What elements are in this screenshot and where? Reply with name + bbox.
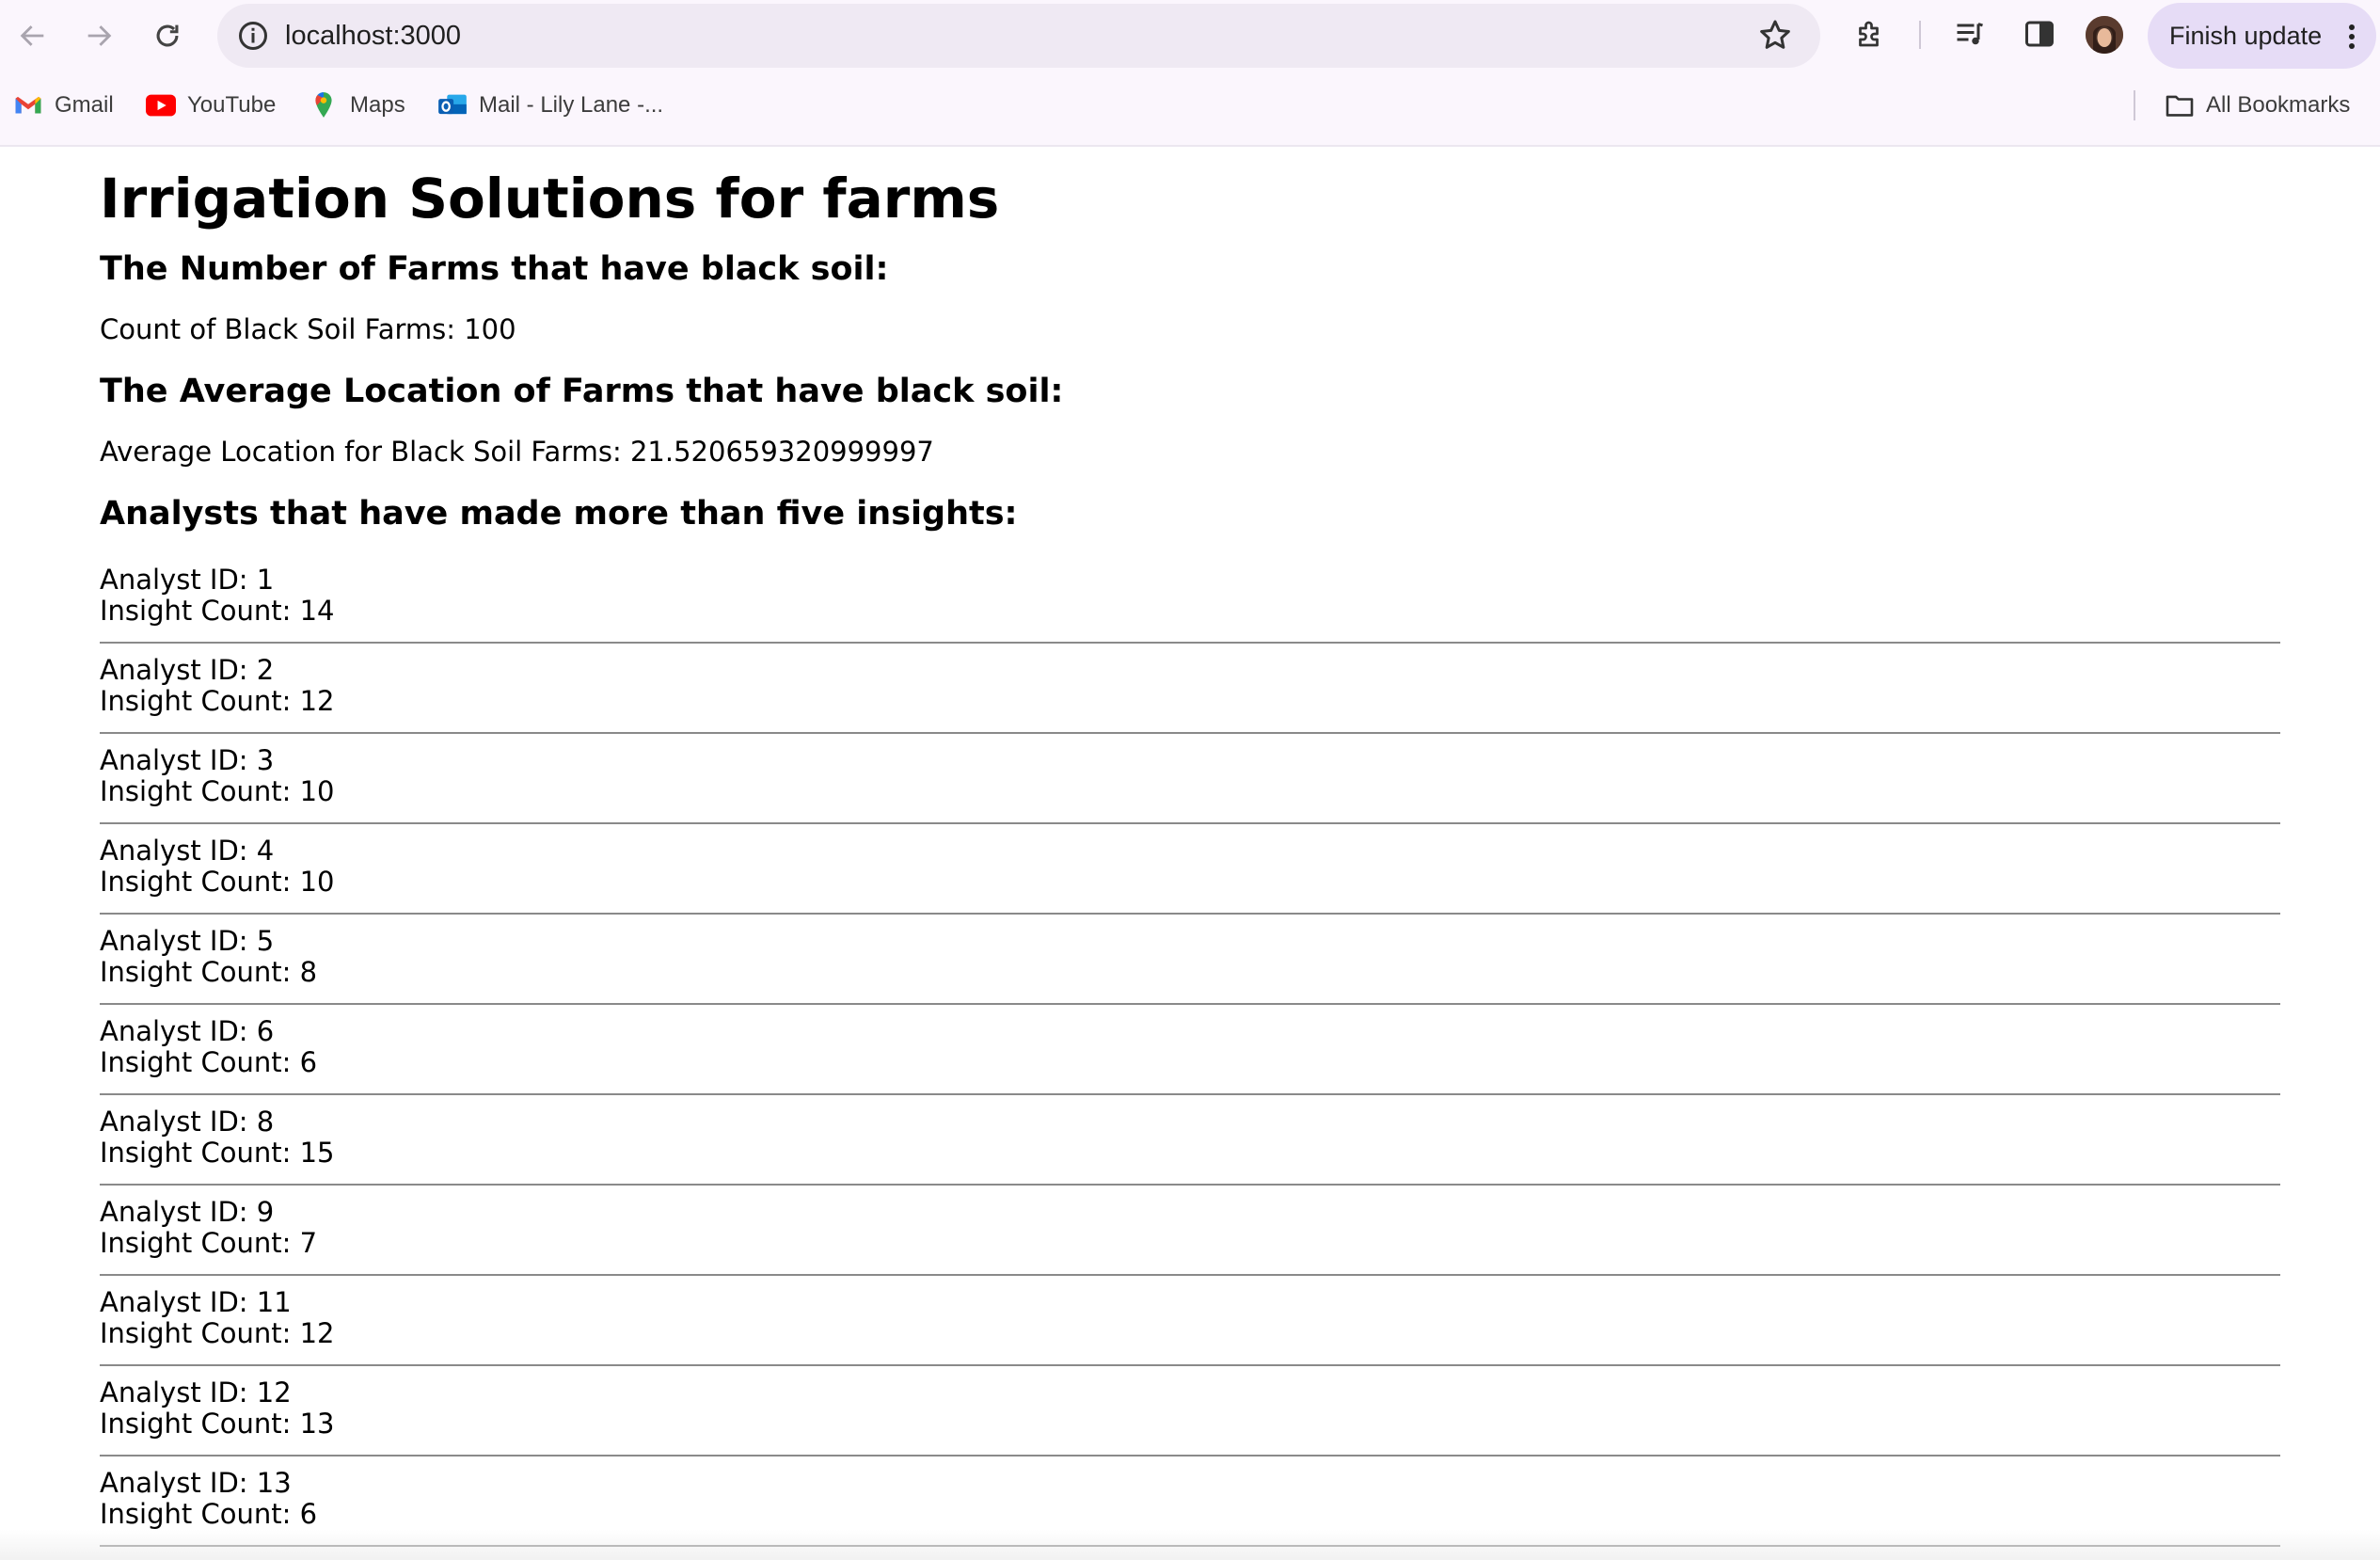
- arrow-right-icon: [87, 25, 112, 46]
- avatar-image-icon: [2086, 16, 2123, 54]
- music-queue-icon: [1957, 23, 1983, 45]
- list-item: Analyst ID: 4 Insight Count: 10: [100, 824, 2280, 915]
- analyst-id: Analyst ID: 12: [100, 1377, 292, 1409]
- address-bar[interactable]: localhost:3000: [217, 4, 1820, 68]
- list-item: Analyst ID: 3 Insight Count: 10: [100, 734, 2280, 824]
- bookmark-outlook-mail[interactable]: Mail - Lily Lane -...: [437, 88, 663, 122]
- insight-count: Insight Count: 8: [100, 956, 318, 988]
- section-heading-average-location: The Average Location of Farms that have …: [100, 373, 1064, 410]
- forward-button[interactable]: [76, 13, 121, 58]
- bookmark-label: YouTube: [187, 92, 277, 118]
- finish-update-label: Finish update: [2169, 22, 2323, 50]
- browser-chrome: localhost:3000 Finish update Gmail YouTu…: [0, 0, 2380, 147]
- list-item: Analyst ID: 11 Insight Count: 12: [100, 1276, 2280, 1366]
- all-bookmarks-button[interactable]: All Bookmarks: [2165, 88, 2350, 122]
- puzzle-icon: [1859, 21, 1879, 47]
- list-item: Analyst ID: 6 Insight Count: 6: [100, 1005, 2280, 1095]
- reload-button[interactable]: [145, 13, 190, 58]
- url-text[interactable]: localhost:3000: [285, 19, 461, 53]
- bookmark-label: Maps: [350, 92, 405, 118]
- analyst-id: Analyst ID: 3: [100, 744, 275, 776]
- more-vertical-icon: [2349, 24, 2355, 49]
- side-panel-button[interactable]: [2021, 15, 2058, 53]
- analyst-id: Analyst ID: 4: [100, 835, 275, 867]
- analyst-id: Analyst ID: 1: [100, 564, 275, 596]
- maps-icon: [309, 90, 339, 120]
- analyst-id: Analyst ID: 6: [100, 1015, 275, 1047]
- section-heading-black-soil-count: The Number of Farms that have black soil…: [100, 250, 889, 288]
- bookmark-youtube[interactable]: YouTube: [146, 88, 276, 122]
- all-bookmarks-label: All Bookmarks: [2206, 92, 2351, 118]
- finish-update-button[interactable]: Finish update: [2148, 3, 2376, 69]
- insight-count: Insight Count: 6: [100, 1046, 318, 1078]
- media-control-button[interactable]: [1951, 15, 1989, 53]
- list-item: Analyst ID: 2 Insight Count: 12: [100, 644, 2280, 734]
- profile-avatar[interactable]: [2086, 16, 2123, 54]
- bookmark-star-icon[interactable]: [1756, 17, 1794, 55]
- toolbar-divider: [1919, 21, 1921, 49]
- bookmark-label: Gmail: [55, 92, 114, 118]
- site-info-icon[interactable]: [236, 19, 270, 53]
- bookmark-gmail[interactable]: Gmail: [13, 88, 114, 122]
- analyst-id: Analyst ID: 11: [100, 1286, 292, 1318]
- insight-count: Insight Count: 7: [100, 1227, 318, 1259]
- bookmark-maps[interactable]: Maps: [309, 88, 405, 122]
- analyst-id: Analyst ID: 8: [100, 1106, 275, 1138]
- insight-count: Insight Count: 10: [100, 775, 335, 807]
- page-title: Irrigation Solutions for farms: [100, 167, 1000, 231]
- insight-count: Insight Count: 13: [100, 1408, 335, 1440]
- insight-count: Insight Count: 15: [100, 1137, 335, 1169]
- extensions-button[interactable]: [1851, 15, 1889, 53]
- analyst-id: Analyst ID: 13: [100, 1467, 292, 1499]
- insight-count: Insight Count: 10: [100, 866, 335, 898]
- back-button[interactable]: [10, 13, 56, 58]
- average-location-text: Average Location for Black Soil Farms: 2…: [100, 436, 934, 468]
- scroll-fade: [0, 1530, 2380, 1560]
- analyst-id: Analyst ID: 5: [100, 925, 275, 957]
- side-panel-icon: [2025, 21, 2054, 47]
- black-soil-count-text: Count of Black Soil Farms: 100: [100, 313, 516, 345]
- outlook-icon: [437, 90, 468, 120]
- insight-count: Insight Count: 14: [100, 595, 335, 627]
- bookmark-label: Mail - Lily Lane -...: [479, 92, 664, 118]
- bookmarks-divider: [2134, 90, 2135, 120]
- reload-icon: [156, 24, 179, 47]
- list-item: Analyst ID: 12 Insight Count: 13: [100, 1366, 2280, 1457]
- insight-count: Insight Count: 12: [100, 1317, 335, 1349]
- list-item: Analyst ID: 9 Insight Count: 7: [100, 1186, 2280, 1276]
- folder-icon: [2165, 90, 2195, 120]
- insight-count: Insight Count: 12: [100, 685, 335, 717]
- list-item: Analyst ID: 8 Insight Count: 15: [100, 1095, 2280, 1186]
- list-item: Analyst ID: 5 Insight Count: 8: [100, 915, 2280, 1005]
- list-item: Analyst ID: 1 Insight Count: 14: [100, 553, 2280, 644]
- analyst-id: Analyst ID: 9: [100, 1196, 275, 1228]
- analyst-list: Analyst ID: 1 Insight Count: 14 Analyst …: [100, 553, 2280, 1547]
- analyst-id: Analyst ID: 2: [100, 654, 275, 686]
- page-content: Irrigation Solutions for farms The Numbe…: [100, 145, 2280, 1547]
- section-heading-analysts: Analysts that have made more than five i…: [100, 495, 1018, 533]
- youtube-icon: [146, 90, 176, 120]
- gmail-icon: [13, 90, 43, 120]
- insight-count: Insight Count: 6: [100, 1498, 318, 1530]
- arrow-left-icon: [20, 25, 44, 46]
